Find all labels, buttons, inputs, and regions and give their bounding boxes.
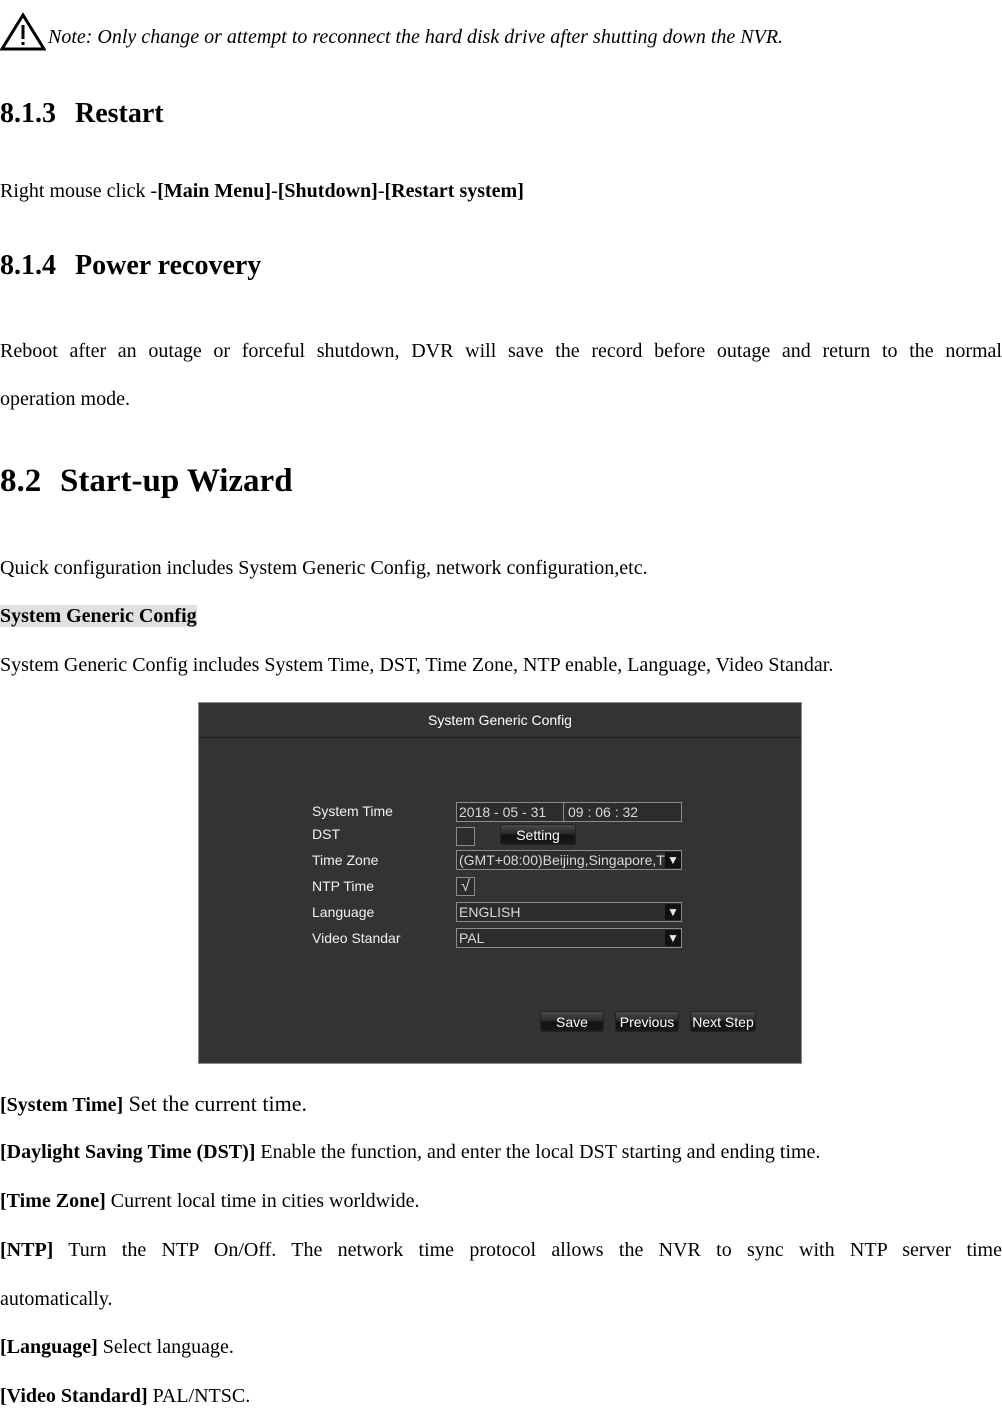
heading-power-recovery: 8.1.4 Power recovery <box>0 250 261 282</box>
subheading-system-generic-config: System Generic Config <box>0 604 197 628</box>
dropdown-arrow-icon[interactable]: ▼ <box>665 930 681 946</box>
heading-number: 8.1.3 <box>0 98 56 129</box>
time-zone-value: (GMT+08:00)Beijing,Singapore,T <box>459 852 665 868</box>
definition-text: Enable the function, and enter the local… <box>255 1141 821 1163</box>
definition-term: [Language] <box>0 1336 98 1358</box>
system-generic-config-dialog: System Generic Config System Time 2018 -… <box>198 702 802 1064</box>
definition-term: [System Time] <box>0 1094 124 1116</box>
dropdown-arrow-icon[interactable]: ▼ <box>665 904 681 920</box>
label-dst: DST <box>312 826 340 842</box>
dst-setting-button[interactable]: Setting <box>500 824 576 845</box>
label-language: Language <box>312 904 375 920</box>
wizard-intro: Quick configuration includes System Gene… <box>0 557 648 579</box>
definition-term: [Time Zone] <box>0 1190 106 1212</box>
label-system-time: System Time <box>312 803 393 819</box>
definition-dst: [Daylight Saving Time (DST)] Enable the … <box>0 1140 820 1164</box>
video-standard-value: PAL <box>459 930 485 946</box>
language-value: ENGLISH <box>459 904 521 920</box>
date-value[interactable]: 2018 - 05 - 31 <box>459 803 546 821</box>
heading-title: Power recovery <box>75 250 262 281</box>
definition-ntp: [NTP] Turn the NTP On/Off. The network t… <box>0 1238 1002 1262</box>
heading-title: Restart <box>75 98 164 129</box>
checkmark-icon: √ <box>461 878 470 895</box>
system-time-field[interactable]: 2018 - 05 - 31 09 : 06 : 32 <box>456 802 682 822</box>
next-step-button[interactable]: Next Step <box>690 1011 756 1032</box>
definition-term: [Video Standard] <box>0 1385 148 1407</box>
definition-video-standard: [Video Standard] PAL/NTSC. <box>0 1384 250 1408</box>
dialog-title: System Generic Config <box>199 703 801 738</box>
label-time-zone: Time Zone <box>312 852 379 868</box>
heading-number: 8.1.4 <box>0 250 56 281</box>
definition-term: [Daylight Saving Time (DST)] <box>0 1141 256 1163</box>
subheading-text: System Generic Config <box>0 605 197 627</box>
language-dropdown[interactable]: ENGLISH ▼ <box>456 902 682 922</box>
definition-term: [NTP] <box>0 1239 54 1261</box>
heading-restart: 8.1.3 Restart <box>0 98 164 130</box>
menu-path-restart-system: [Restart system] <box>384 180 524 202</box>
dropdown-arrow-icon[interactable]: ▼ <box>665 852 681 868</box>
path-separator: - <box>271 180 278 202</box>
heading-title: Start-up Wizard <box>60 463 293 499</box>
field-divider <box>563 803 564 821</box>
save-button[interactable]: Save <box>540 1011 604 1032</box>
time-zone-dropdown[interactable]: (GMT+08:00)Beijing,Singapore,T ▼ <box>456 850 682 870</box>
label-ntp-time: NTP Time <box>312 878 374 894</box>
wizard-subintro: System Generic Config includes System Ti… <box>0 654 834 676</box>
label-video-standard: Video Standar <box>312 930 401 946</box>
restart-prefix: Right mouse click - <box>0 180 158 202</box>
previous-button[interactable]: Previous <box>615 1011 679 1032</box>
definition-text: Current local time in cities worldwide. <box>105 1190 420 1212</box>
warning-note: Note: Only change or attempt to reconnec… <box>0 0 783 52</box>
definition-text: Turn the NTP On/Off. The network time pr… <box>53 1239 1002 1261</box>
warning-triangle-icon <box>0 12 46 51</box>
definition-text: Select language. <box>97 1336 234 1358</box>
restart-instructions: Right mouse click -[Main Menu]-[Shutdown… <box>0 179 524 203</box>
note-text: Note: Only change or attempt to reconnec… <box>48 26 784 48</box>
definition-language: [Language] Select language. <box>0 1335 234 1359</box>
definition-time-zone: [Time Zone] Current local time in cities… <box>0 1189 420 1213</box>
video-standard-dropdown[interactable]: PAL ▼ <box>456 928 682 948</box>
definition-text: Set the current time. <box>123 1091 308 1116</box>
power-recovery-line2: operation mode. <box>0 388 130 410</box>
heading-startup-wizard: 8.2 Start-up Wizard <box>0 463 293 500</box>
heading-number: 8.2 <box>0 463 42 499</box>
time-value[interactable]: 09 : 06 : 32 <box>568 803 638 821</box>
menu-path-shutdown: [Shutdown] <box>277 180 378 202</box>
dst-checkbox[interactable] <box>456 827 475 846</box>
menu-path-main-menu: [Main Menu] <box>157 180 272 202</box>
power-recovery-line1: Reboot after an outage or forceful shutd… <box>0 340 1002 362</box>
definition-system-time: [System Time] Set the current time. <box>0 1092 307 1117</box>
ntp-checkbox[interactable]: √ <box>456 877 475 896</box>
definition-text: PAL/NTSC. <box>147 1385 251 1407</box>
definition-ntp-continued: automatically. <box>0 1288 113 1310</box>
